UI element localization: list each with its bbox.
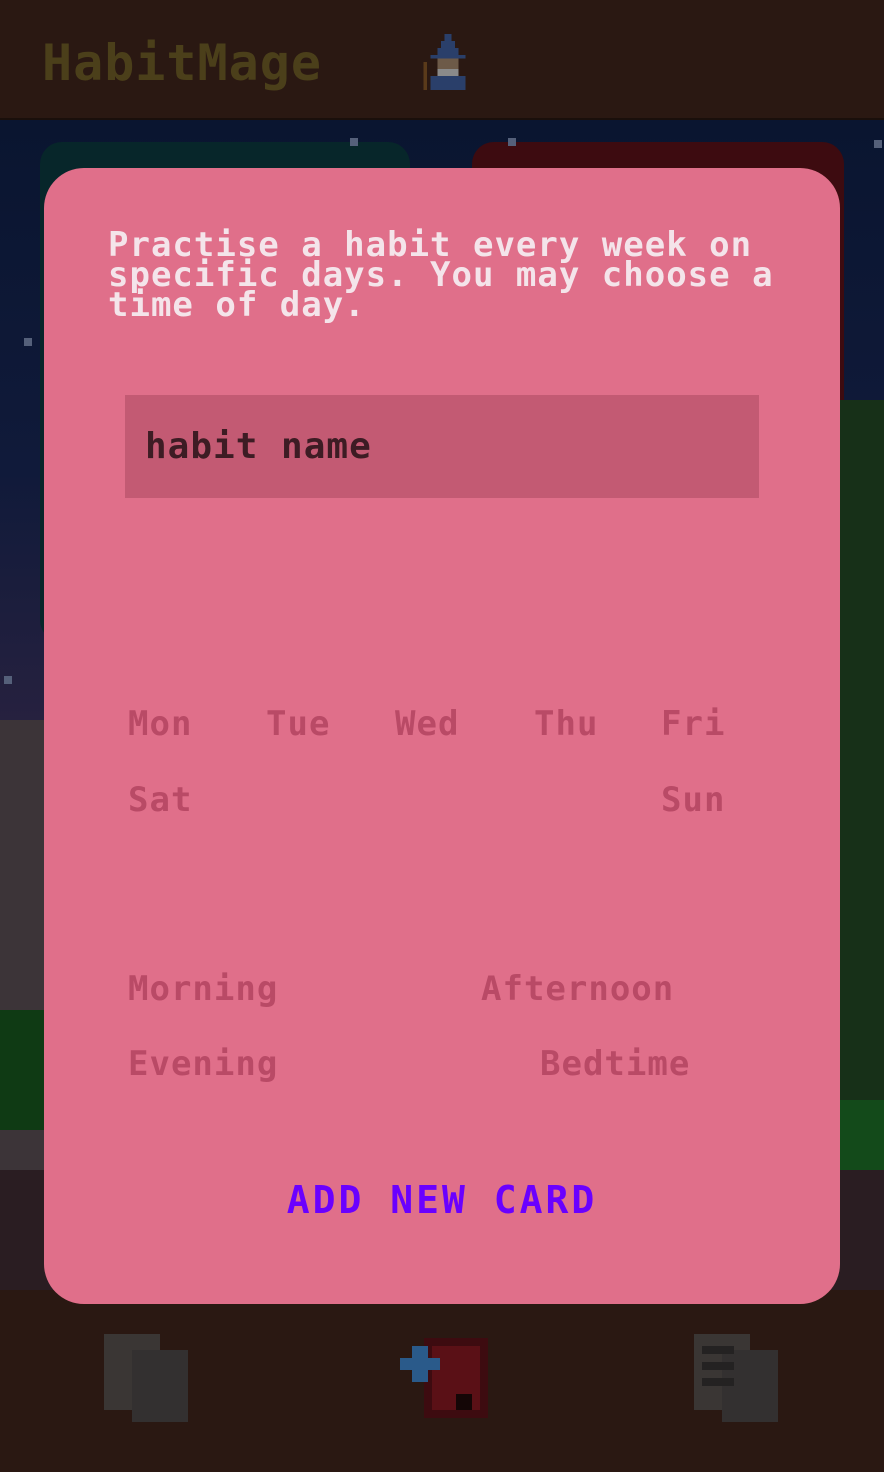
day-option-tue[interactable]: Tue — [266, 704, 330, 744]
add-new-card-button[interactable]: ADD NEW CARD — [44, 1178, 840, 1222]
wizard-icon — [423, 34, 466, 90]
new-habit-modal: Practise a habit every week on specific … — [44, 168, 840, 1304]
time-option-afternoon[interactable]: Afternoon — [481, 969, 674, 1009]
star — [350, 138, 358, 146]
app-title: HabitMage — [42, 34, 322, 92]
day-option-mon[interactable]: Mon — [128, 704, 192, 744]
time-option-morning[interactable]: Morning — [128, 969, 278, 1009]
app-header: HabitMage — [0, 0, 884, 120]
time-option-evening[interactable]: Evening — [128, 1044, 278, 1084]
habit-description: Practise a habit every week on specific … — [108, 225, 774, 325]
day-option-wed[interactable]: Wed — [395, 704, 459, 744]
star — [4, 676, 12, 684]
list-cards-icon[interactable] — [690, 1330, 786, 1426]
day-option-sun[interactable]: Sun — [661, 780, 725, 820]
add-card-icon[interactable] — [400, 1330, 496, 1426]
bottom-nav — [0, 1290, 884, 1472]
time-option-bedtime[interactable]: Bedtime — [540, 1044, 690, 1084]
day-option-fri[interactable]: Fri — [661, 704, 725, 744]
habit-name-input[interactable] — [125, 395, 759, 498]
cards-icon[interactable] — [100, 1330, 196, 1426]
day-option-thu[interactable]: Thu — [534, 704, 598, 744]
star — [874, 140, 882, 148]
day-option-sat[interactable]: Sat — [128, 780, 192, 820]
star — [508, 138, 516, 146]
star — [24, 338, 32, 346]
